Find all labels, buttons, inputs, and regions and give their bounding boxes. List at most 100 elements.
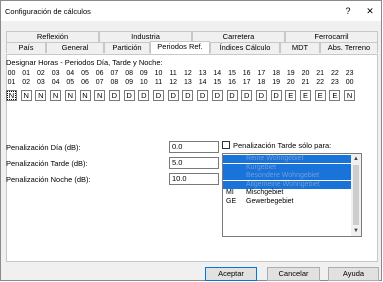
area-type-item[interactable]: MI Mischgebiet bbox=[223, 189, 352, 197]
hour-end-label: 22 bbox=[316, 79, 325, 86]
hour-end-label: 05 bbox=[66, 79, 75, 86]
period-code-field[interactable]: D bbox=[182, 90, 194, 101]
period-code-field[interactable]: N bbox=[94, 90, 106, 101]
hour-end-label: 23 bbox=[330, 79, 339, 86]
hour-start-label: 15 bbox=[228, 70, 236, 77]
day-penalty-input[interactable]: 0.0 bbox=[169, 141, 219, 153]
period-code-field[interactable]: E bbox=[314, 90, 326, 101]
hour-end-label: 20 bbox=[286, 79, 295, 86]
hour-start-label: 07 bbox=[110, 70, 119, 77]
evening-only-checkbox[interactable] bbox=[222, 141, 230, 149]
area-type-item[interactable]: Kurgebiet bbox=[223, 163, 352, 172]
hour-start-label: 18 bbox=[272, 70, 280, 77]
accept-button[interactable]: Aceptar bbox=[205, 267, 257, 281]
tab-general[interactable]: General bbox=[46, 42, 104, 53]
hour-end-label: 07 bbox=[95, 79, 104, 86]
scroll-up-icon[interactable]: ▲ bbox=[351, 154, 361, 164]
hour-start-label: 20 bbox=[301, 70, 310, 77]
period-code-field[interactable]: E bbox=[329, 90, 341, 101]
area-type-description: Kurgebiet bbox=[246, 163, 276, 171]
close-icon[interactable]: ✕ bbox=[363, 4, 377, 18]
area-type-item[interactable]: Allgemeine Wohngebiet bbox=[223, 180, 352, 189]
hour-end-label: 11 bbox=[154, 79, 163, 86]
tab-mdt[interactable]: MDT bbox=[280, 42, 320, 53]
periods-heading: Designar Horas - Periodos Día, Tarde y N… bbox=[6, 58, 163, 67]
hour-end-label: 00 bbox=[345, 79, 354, 86]
period-code-field[interactable]: N bbox=[35, 90, 47, 101]
period-code-field[interactable]: D bbox=[226, 90, 238, 101]
help-button[interactable]: Ayuda bbox=[328, 267, 379, 281]
period-code-field[interactable]: D bbox=[153, 90, 164, 101]
night-penalty-label: Penalización Noche (dB): bbox=[6, 175, 91, 184]
period-code-field[interactable]: N bbox=[344, 90, 356, 101]
hour-start-label: 22 bbox=[330, 70, 339, 77]
scroll-down-icon[interactable]: ▼ bbox=[351, 226, 361, 236]
hour-end-label: 04 bbox=[51, 79, 60, 86]
period-code-field[interactable]: N bbox=[79, 90, 91, 101]
cancel-button[interactable]: Cancelar bbox=[267, 267, 320, 281]
hour-end-label: 13 bbox=[183, 79, 192, 86]
hour-start-label: 21 bbox=[316, 70, 325, 77]
hour-end-label: 10 bbox=[139, 79, 148, 86]
period-code-field[interactable]: N bbox=[64, 90, 76, 101]
hour-end-label: 06 bbox=[81, 79, 89, 86]
period-code-field[interactable]: D bbox=[211, 90, 223, 101]
period-code-field[interactable]: D bbox=[108, 90, 120, 101]
hour-end-label: 18 bbox=[257, 79, 266, 86]
area-type-item[interactable]: GE Gewerbegebiet bbox=[223, 198, 352, 206]
hour-start-label: 16 bbox=[242, 70, 251, 77]
tab-pais[interactable]: País bbox=[6, 42, 46, 53]
period-code-field[interactable]: N bbox=[50, 90, 62, 101]
period-code-field[interactable]: N bbox=[6, 90, 17, 101]
hour-start-label: 14 bbox=[213, 70, 222, 77]
help-icon[interactable]: ? bbox=[341, 4, 355, 18]
hour-end-label: 17 bbox=[242, 79, 251, 86]
area-type-description: Reine Wohngebiet bbox=[246, 155, 304, 162]
hour-end-label: 03 bbox=[36, 79, 45, 86]
period-code-field[interactable]: D bbox=[270, 90, 282, 101]
period-code-field[interactable]: D bbox=[197, 90, 209, 101]
period-code-field[interactable]: N bbox=[20, 90, 32, 101]
tab-ferrocarril[interactable]: Ferrocarril bbox=[285, 31, 378, 42]
hour-start-label: 08 bbox=[125, 70, 133, 77]
area-type-code: GE bbox=[226, 197, 237, 205]
hour-start-label: 17 bbox=[257, 70, 266, 77]
night-penalty-input[interactable]: 10.0 bbox=[169, 173, 219, 185]
area-type-code: MI bbox=[226, 189, 234, 196]
area-type-listbox[interactable]: Reine Wohngebiet Kurgebiet Besondere Wohng… bbox=[222, 153, 362, 237]
settings-dialog: Configuración de cálculos ? ✕ Reflexión … bbox=[0, 0, 382, 281]
tab-particion[interactable]: Partición bbox=[104, 42, 150, 53]
hour-start-label: 09 bbox=[139, 70, 148, 77]
period-code-field[interactable]: D bbox=[255, 90, 267, 101]
listbox-scrollbar[interactable]: ▲ ▼ bbox=[351, 154, 361, 236]
hour-start-label: 04 bbox=[66, 70, 75, 77]
tab-abs-terreno[interactable]: Abs. Terreno bbox=[320, 42, 378, 53]
period-code-field[interactable]: E bbox=[300, 90, 311, 101]
tab-reflexion[interactable]: Reflexión bbox=[6, 31, 99, 42]
hour-end-label: 19 bbox=[272, 79, 280, 86]
period-code-field[interactable]: D bbox=[138, 90, 150, 101]
hour-end-label: 01 bbox=[7, 79, 16, 86]
evening-penalty-label: Penalización Tarde (dB): bbox=[6, 159, 88, 168]
window-title: Configuración de cálculos bbox=[5, 7, 91, 16]
area-type-item[interactable]: Reine Wohngebiet bbox=[223, 155, 352, 163]
tab-row-front: País General Partición Periodos Ref. Índ… bbox=[6, 41, 378, 54]
hour-end-label: 15 bbox=[213, 79, 222, 86]
tab-periodos-ref[interactable]: Periodos Ref. bbox=[150, 41, 210, 54]
period-code-field[interactable]: D bbox=[241, 90, 253, 101]
hour-end-label: 12 bbox=[169, 79, 178, 86]
period-code-field[interactable]: D bbox=[123, 90, 135, 101]
hour-end-label: 16 bbox=[228, 79, 236, 86]
area-type-description: Besondere Wohngebiet bbox=[246, 172, 320, 179]
period-code-field[interactable]: E bbox=[285, 90, 297, 101]
hour-start-label: 01 bbox=[22, 70, 31, 77]
hour-start-label: 06 bbox=[95, 70, 104, 77]
period-code-field[interactable]: D bbox=[167, 90, 179, 101]
scroll-thumb[interactable] bbox=[353, 165, 359, 225]
hour-end-label: 14 bbox=[198, 79, 207, 86]
evening-penalty-input[interactable]: 5.0 bbox=[169, 157, 219, 169]
area-type-description: Gewerbegebiet bbox=[246, 197, 294, 205]
area-type-item[interactable]: Besondere Wohngebiet bbox=[223, 172, 352, 180]
hour-start-label: 19 bbox=[286, 70, 295, 77]
tab-indices-calculo[interactable]: Índices Cálculo bbox=[210, 42, 280, 53]
